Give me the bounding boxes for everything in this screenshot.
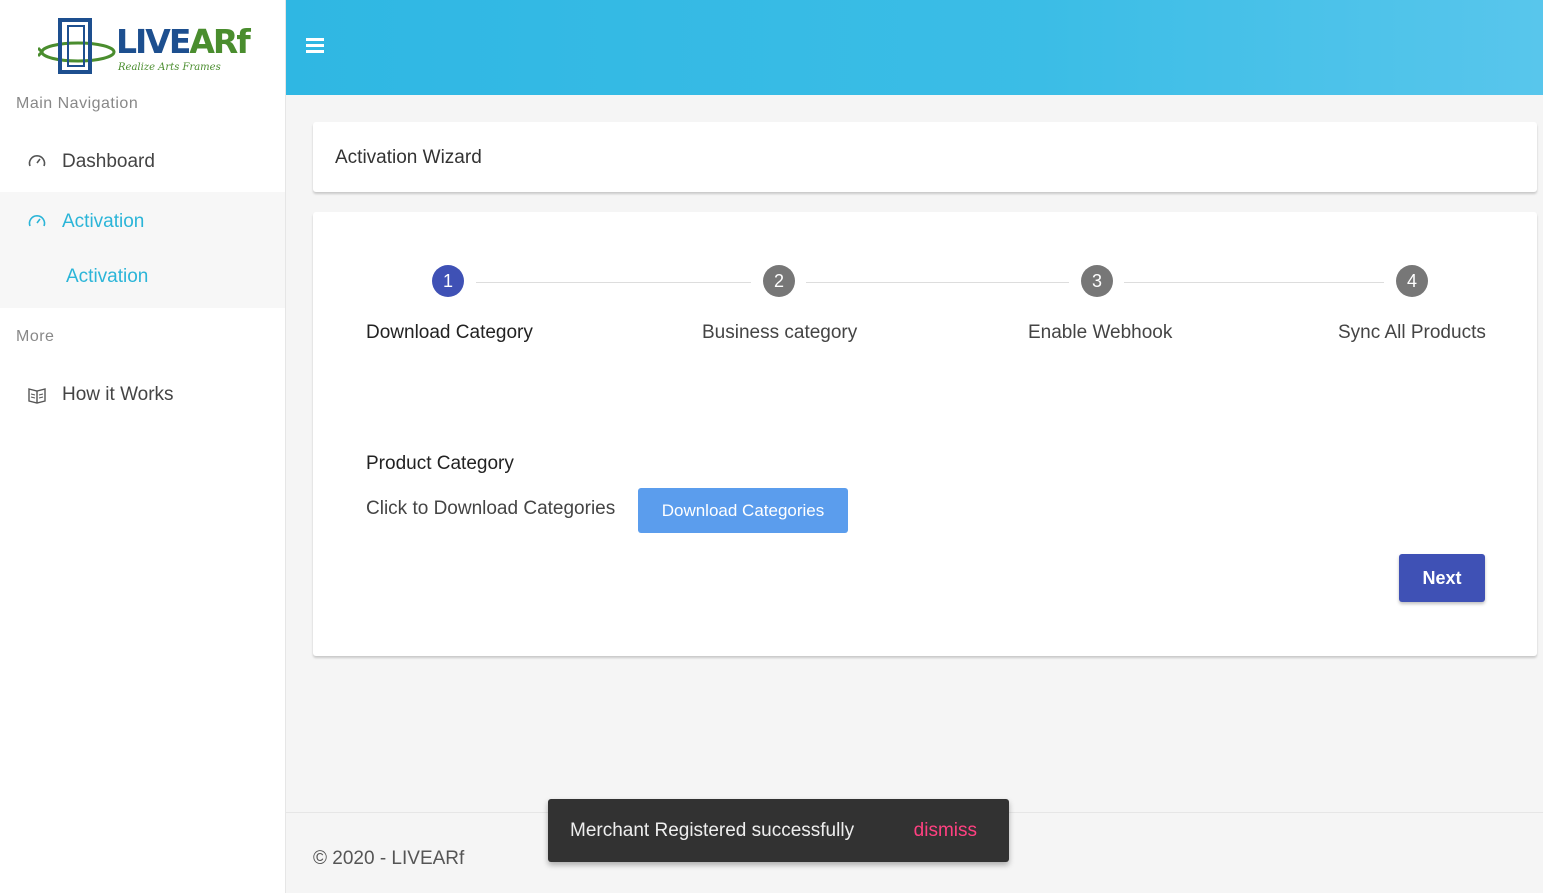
snackbar-message: Merchant Registered successfully [570, 820, 855, 841]
page-title: Activation Wizard [335, 147, 482, 168]
step-3-label: Enable Webhook [1028, 322, 1173, 343]
top-bar [286, 0, 1543, 95]
sidebar-item-activation[interactable]: Activation [0, 193, 285, 251]
wizard-card [313, 212, 1537, 656]
step-connector [806, 282, 1069, 283]
sidebar-item-dashboard[interactable]: Dashboard [0, 133, 285, 191]
step-3-circle[interactable]: 3 [1081, 265, 1113, 297]
logo-tagline: Realize Arts Frames [118, 62, 221, 73]
nav-section-more: More [16, 328, 55, 345]
logo-wordmark: LIVEARf [116, 22, 251, 61]
step-2-circle[interactable]: 2 [763, 265, 795, 297]
step-connector [476, 282, 751, 283]
step-connector [1124, 282, 1384, 283]
sidebar: LIVEARf Realize Arts Frames Main Navigat… [0, 0, 286, 893]
hamburger-menu-icon[interactable] [306, 38, 324, 54]
product-category-title: Product Category [366, 453, 514, 474]
sidebar-item-label: How it Works [62, 384, 174, 405]
sidebar-subitem-activation[interactable]: Activation [66, 266, 148, 288]
snackbar-notification: Merchant Registered successfully dismiss [548, 799, 1009, 862]
step-1-circle[interactable]: 1 [432, 265, 464, 297]
snackbar-dismiss-button[interactable]: dismiss [914, 820, 977, 842]
download-instructions: Click to Download Categories [366, 498, 616, 519]
step-1-label: Download Category [366, 322, 533, 343]
next-button[interactable]: Next [1399, 554, 1485, 602]
sidebar-item-label: Activation [62, 211, 145, 232]
dashboard-gauge-icon [26, 211, 48, 233]
sidebar-item-label: Dashboard [62, 151, 155, 172]
page-header-card: Activation Wizard [313, 122, 1537, 192]
brand-logo[interactable]: LIVEARf Realize Arts Frames [38, 14, 251, 80]
book-icon [26, 384, 48, 406]
dashboard-gauge-icon [26, 151, 48, 173]
step-4-circle[interactable]: 4 [1396, 265, 1428, 297]
step-4-label: Sync All Products [1338, 322, 1486, 343]
copyright-text: © 2020 - LIVEARf [313, 848, 465, 869]
sidebar-item-how-it-works[interactable]: How it Works [0, 366, 285, 424]
step-2-label: Business category [702, 322, 858, 343]
download-categories-button[interactable]: Download Categories [638, 488, 848, 533]
nav-section-main: Main Navigation [16, 95, 139, 112]
logo-frame-icon [38, 18, 116, 74]
